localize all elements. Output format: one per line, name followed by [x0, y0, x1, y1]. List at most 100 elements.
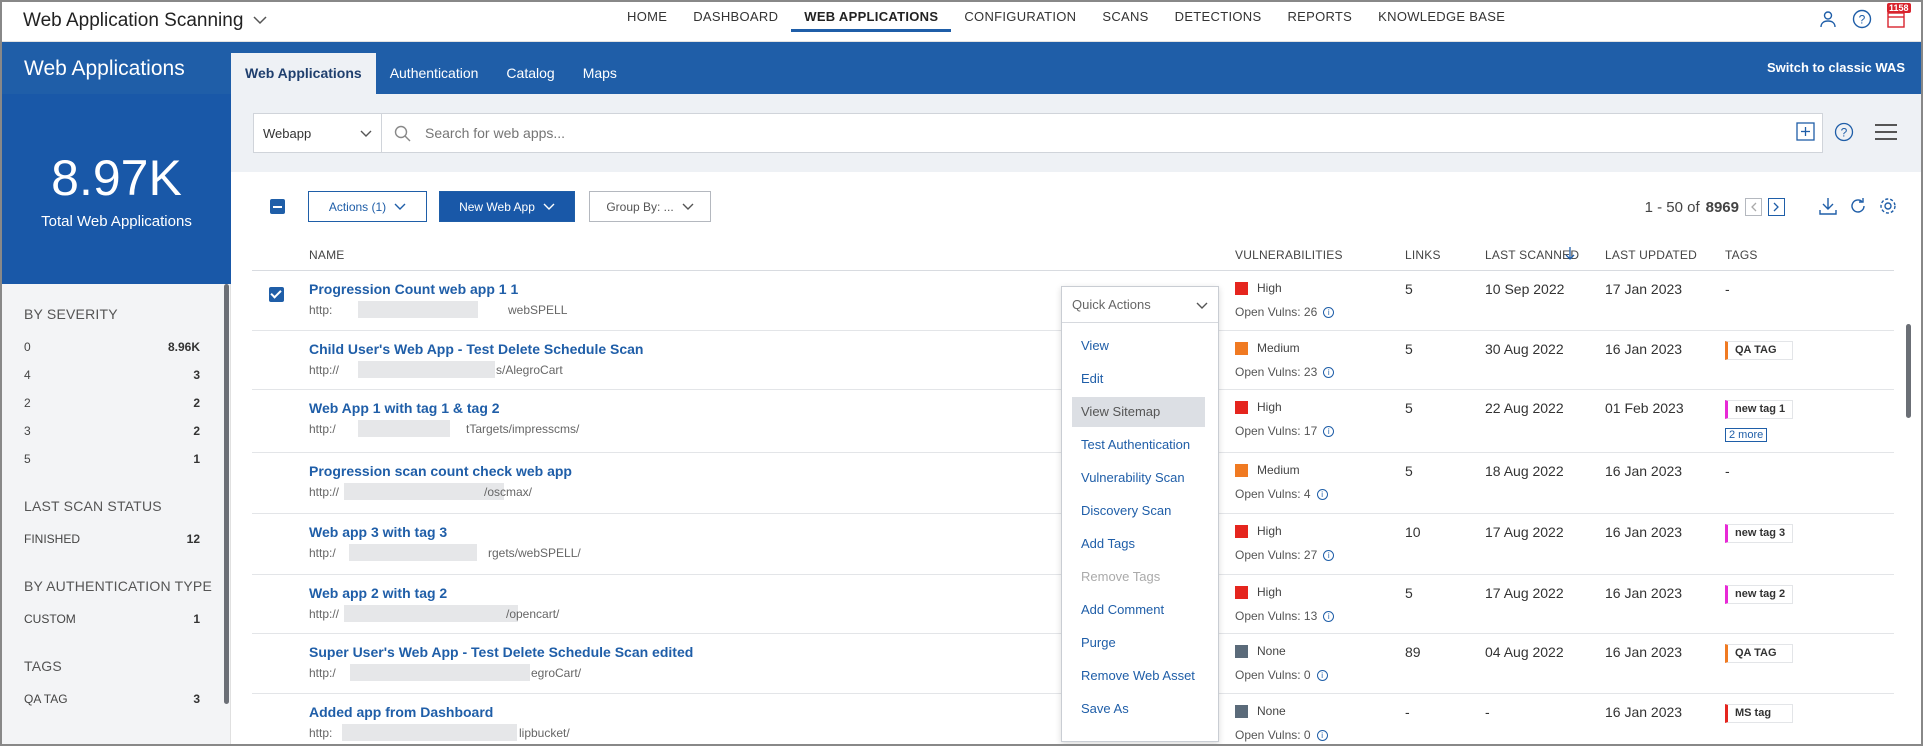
quick-actions-select[interactable]: Quick Actions	[1062, 287, 1218, 323]
quick-action-view[interactable]: View	[1072, 331, 1205, 361]
quick-action-vulnerability-scan[interactable]: Vulnerability Scan	[1072, 463, 1205, 493]
severity-color	[1235, 463, 1248, 477]
tag-badge[interactable]: QA TAG	[1725, 341, 1793, 360]
nav-knowledge-base[interactable]: KNOWLEDGE BASE	[1365, 2, 1518, 42]
info-icon[interactable]: i	[1323, 425, 1335, 437]
quick-action-save-as[interactable]: Save As	[1072, 694, 1205, 724]
info-icon[interactable]: i	[1323, 610, 1335, 622]
add-icon[interactable]	[1796, 122, 1815, 141]
quick-action-purge[interactable]: Purge	[1072, 628, 1205, 658]
tab-web-applications[interactable]: Web Applications	[231, 53, 376, 94]
severity-color	[1235, 524, 1248, 538]
row-name-link[interactable]: Web app 3 with tag 3	[309, 524, 447, 540]
tab-authentication[interactable]: Authentication	[376, 53, 493, 94]
download-icon[interactable]	[1818, 196, 1838, 216]
tag-badge[interactable]: new tag 1	[1725, 400, 1793, 419]
help-icon[interactable]: ?	[1834, 122, 1854, 142]
nav-reports[interactable]: REPORTS	[1274, 2, 1365, 42]
info-icon[interactable]: i	[1323, 366, 1335, 378]
col-last-updated[interactable]: LAST UPDATED	[1605, 248, 1697, 262]
info-icon[interactable]: i	[1323, 306, 1335, 318]
nav-home[interactable]: HOME	[614, 2, 680, 42]
next-page-button[interactable]	[1768, 198, 1785, 216]
group-by-select[interactable]: Group By: ...	[589, 191, 711, 222]
tag-badge[interactable]: QA TAG	[1725, 644, 1793, 663]
col-tags[interactable]: TAGS	[1725, 248, 1758, 262]
new-web-app-label: New Web App	[459, 199, 535, 214]
row-name-link[interactable]: Progression scan count check web app	[309, 463, 572, 479]
app-title[interactable]: Web Application Scanning	[23, 10, 267, 32]
quick-action-edit[interactable]: Edit	[1072, 364, 1205, 394]
row-url: http:/	[309, 546, 336, 560]
links-count: 5	[1405, 585, 1413, 601]
filter-scan-status-row[interactable]: FINISHED 12	[24, 532, 200, 560]
more-tags-link[interactable]: 2 more	[1725, 428, 1768, 442]
tag-badge[interactable]: new tag 2	[1725, 585, 1793, 604]
nav-configuration[interactable]: CONFIGURATION	[951, 2, 1089, 42]
info-icon[interactable]: i	[1316, 729, 1328, 741]
row-name-link[interactable]: Added app from Dashboard	[309, 704, 493, 720]
select-all-checkbox[interactable]	[270, 199, 285, 214]
gear-icon[interactable]	[1878, 196, 1898, 216]
sub-tabs: Web Applications Authentication Catalog …	[231, 53, 631, 94]
row-name-link[interactable]: Progression Count web app 1 1	[309, 281, 518, 297]
open-vulns-label: Open Vulns: 23	[1235, 365, 1318, 379]
row-url: http:/	[309, 422, 336, 436]
sort-down-icon[interactable]	[1565, 246, 1575, 264]
row-name-link[interactable]: Child User's Web App - Test Delete Sched…	[309, 341, 643, 357]
col-name[interactable]: NAME	[309, 248, 344, 262]
actions-button[interactable]: Actions (1)	[308, 191, 427, 222]
nav-web-applications[interactable]: WEB APPLICATIONS	[791, 2, 952, 32]
filter-severity-row[interactable]: 43	[24, 368, 200, 396]
severity-label: Medium	[1257, 463, 1300, 477]
row-url-start: http:/	[309, 666, 336, 680]
tab-catalog[interactable]: Catalog	[492, 53, 568, 94]
info-icon[interactable]: i	[1323, 549, 1335, 561]
help-icon[interactable]: ?	[1851, 8, 1873, 30]
user-icon[interactable]	[1817, 8, 1839, 30]
filter-severity-row[interactable]: 22	[24, 396, 200, 424]
quick-action-add-tags[interactable]: Add Tags	[1072, 529, 1205, 559]
quick-action-remove-web-asset[interactable]: Remove Web Asset	[1072, 661, 1205, 691]
search-filter-select[interactable]: Webapp	[254, 114, 382, 152]
open-vulns: Open Vulns: 17 i	[1235, 424, 1335, 438]
filter-severity-row[interactable]: 32	[24, 424, 200, 452]
info-icon[interactable]: i	[1316, 488, 1328, 500]
tag-badge[interactable]: MS tag	[1725, 704, 1793, 723]
left-scrollbar[interactable]	[224, 284, 229, 704]
filter-auth-row[interactable]: CUSTOM 1	[24, 612, 200, 640]
row-name-link[interactable]: Super User's Web App - Test Delete Sched…	[309, 644, 693, 660]
nav-scans[interactable]: SCANS	[1089, 2, 1161, 42]
hamburger-icon[interactable]	[1875, 124, 1897, 145]
nav-dashboard[interactable]: DASHBOARD	[680, 2, 791, 42]
last-updated: 01 Feb 2023	[1605, 400, 1684, 416]
filter-tags-row[interactable]: QA TAG 3	[24, 692, 200, 720]
table-scrollbar[interactable]	[1906, 324, 1911, 418]
last-updated: 16 Jan 2023	[1605, 463, 1683, 479]
severity-label: High	[1257, 524, 1282, 538]
redacted-mask	[358, 301, 478, 318]
row-checkbox[interactable]	[269, 287, 284, 302]
severity-badge: High	[1235, 400, 1282, 414]
col-vulnerabilities[interactable]: VULNERABILITIES	[1235, 248, 1343, 262]
new-web-app-button[interactable]: New Web App	[439, 191, 575, 222]
filter-severity-row[interactable]: 51	[24, 452, 200, 480]
open-vulns: Open Vulns: 27 i	[1235, 548, 1335, 562]
col-links[interactable]: LINKS	[1405, 248, 1441, 262]
refresh-icon[interactable]	[1848, 196, 1868, 216]
tag-badge[interactable]: new tag 3	[1725, 524, 1793, 543]
calendar-icon[interactable]: 1158	[1885, 3, 1911, 30]
filter-severity-row[interactable]: 0 8.96K	[24, 340, 200, 368]
info-icon[interactable]: i	[1316, 669, 1328, 681]
prev-page-button[interactable]	[1745, 198, 1762, 216]
row-name-link[interactable]: Web app 2 with tag 2	[309, 585, 447, 601]
search-input[interactable]	[425, 125, 1705, 141]
quick-action-test-authentication[interactable]: Test Authentication	[1072, 430, 1205, 460]
quick-action-add-comment[interactable]: Add Comment	[1072, 595, 1205, 625]
tab-maps[interactable]: Maps	[569, 53, 631, 94]
quick-action-discovery-scan[interactable]: Discovery Scan	[1072, 496, 1205, 526]
switch-classic-link[interactable]: Switch to classic WAS	[1767, 60, 1905, 75]
row-name-link[interactable]: Web App 1 with tag 1 & tag 2	[309, 400, 500, 416]
quick-action-view-sitemap[interactable]: View Sitemap	[1072, 397, 1205, 427]
nav-detections[interactable]: DETECTIONS	[1162, 2, 1275, 42]
